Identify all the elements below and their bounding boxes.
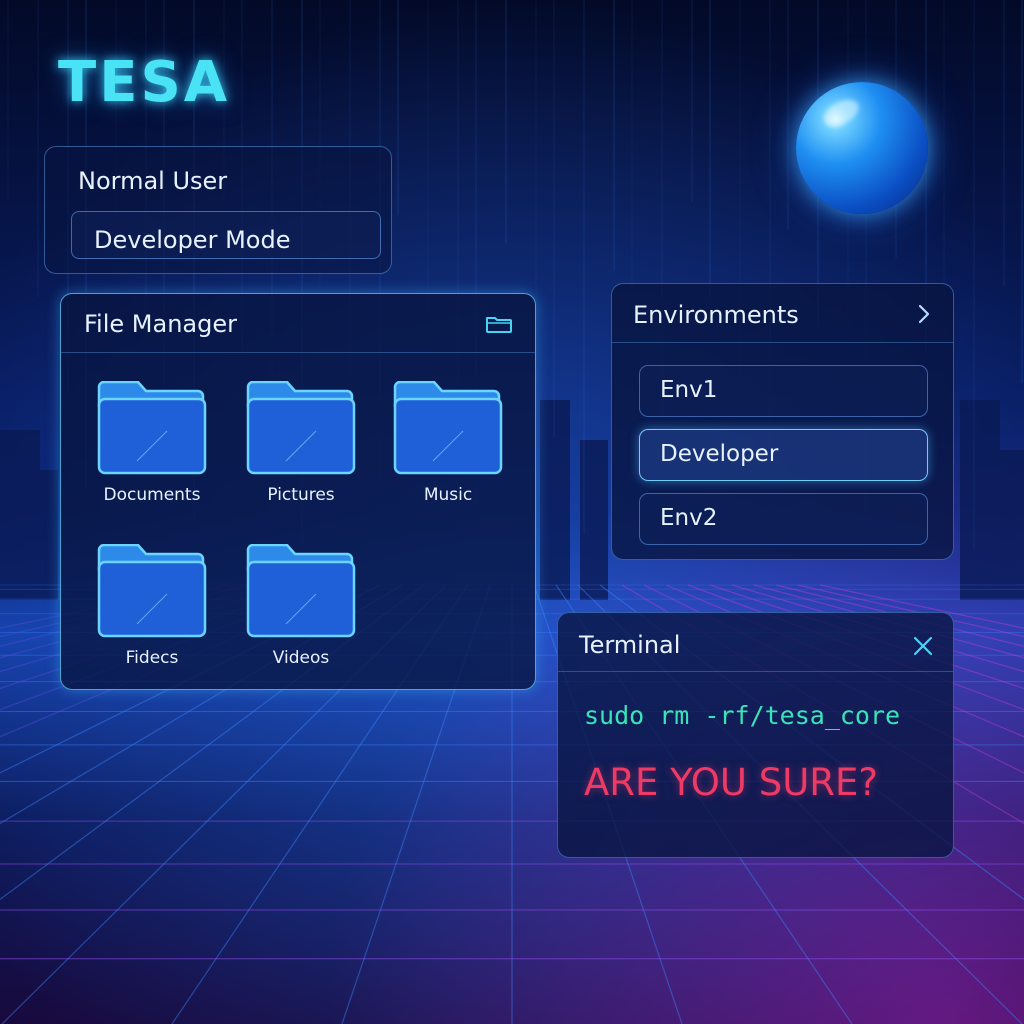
environment-item-env1[interactable]: Env1 bbox=[639, 365, 928, 417]
folder-outline-icon[interactable] bbox=[485, 314, 513, 334]
terminal-command-line[interactable]: sudo rm -rf/tesa_core bbox=[584, 701, 900, 730]
folder-icon bbox=[393, 381, 503, 475]
terminal-header: Terminal bbox=[558, 613, 953, 672]
folder-videos[interactable]: Videos bbox=[245, 544, 357, 668]
folder-label: Fidecs bbox=[125, 648, 179, 668]
terminal-window: Terminal sudo rm -rf/tesa_core ARE YOU S… bbox=[557, 612, 954, 858]
folder-label: Videos bbox=[272, 648, 330, 668]
folder-fidecs[interactable]: Fidecs bbox=[96, 544, 208, 668]
close-icon[interactable] bbox=[913, 636, 933, 656]
user-name-label: Normal User bbox=[78, 167, 228, 195]
folder-label: Documents bbox=[103, 485, 201, 505]
terminal-warning: ARE YOU SURE? bbox=[584, 761, 878, 804]
environments-panel: Environments Env1 Developer Env2 bbox=[611, 283, 954, 560]
file-manager-window: File Manager Documents Pictures Music Fi… bbox=[60, 293, 536, 690]
folder-documents[interactable]: Documents bbox=[96, 381, 208, 505]
environments-title: Environments bbox=[633, 301, 799, 329]
terminal-title: Terminal bbox=[579, 631, 681, 659]
folder-icon bbox=[97, 381, 207, 475]
folder-pictures[interactable]: Pictures bbox=[245, 381, 357, 505]
folder-label: Pictures bbox=[267, 485, 335, 505]
app-logo: TESA bbox=[58, 50, 231, 115]
environment-item-developer[interactable]: Developer bbox=[639, 429, 928, 481]
folder-label: Music bbox=[423, 485, 473, 505]
environment-item-env2[interactable]: Env2 bbox=[639, 493, 928, 545]
environments-header[interactable]: Environments bbox=[612, 284, 953, 343]
orb-highlight bbox=[819, 94, 863, 132]
file-manager-title: File Manager bbox=[84, 310, 237, 338]
file-manager-header: File Manager bbox=[61, 294, 535, 353]
developer-mode-button[interactable]: Developer Mode bbox=[71, 211, 381, 259]
folder-icon bbox=[246, 544, 356, 638]
chevron-right-icon[interactable] bbox=[915, 302, 933, 326]
user-panel: Normal User Developer Mode bbox=[44, 146, 392, 274]
folder-icon bbox=[97, 544, 207, 638]
status-orb[interactable] bbox=[796, 82, 928, 214]
folder-music[interactable]: Music bbox=[392, 381, 504, 505]
folder-icon bbox=[246, 381, 356, 475]
